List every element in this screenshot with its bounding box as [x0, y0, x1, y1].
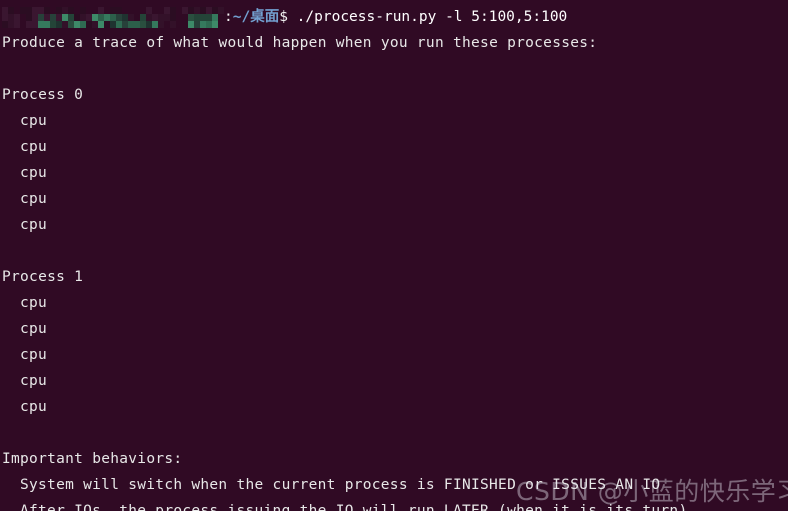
output-line: After IOs, the process issuing the IO wi…: [20, 503, 688, 511]
shell-prompt-line: : ~/桌面 $ ./process-run.py -l 5:100,5:100: [0, 4, 788, 30]
output-line: cpu: [20, 373, 48, 389]
output-line: Produce a trace of what would happen whe…: [2, 35, 598, 51]
output-line: cpu: [20, 165, 48, 181]
prompt-colon: :: [224, 9, 233, 25]
output-line: System will switch when the current proc…: [20, 477, 661, 493]
output-line: cpu: [20, 113, 48, 129]
command-text: ./process-run.py -l 5:100,5:100: [287, 9, 568, 25]
output-line: Important behaviors:: [2, 451, 183, 467]
output-line: cpu: [20, 347, 48, 363]
prompt-path: ~/桌面: [232, 9, 280, 25]
output-line: cpu: [20, 217, 48, 233]
output-line: cpu: [20, 191, 48, 207]
output-line: cpu: [20, 321, 48, 337]
output-line: Process 0: [2, 87, 84, 103]
output-line: cpu: [20, 399, 48, 415]
output-line: Process 1: [2, 269, 84, 285]
terminal-output-area: : ~/桌面 $ ./process-run.py -l 5:100,5:100 P…: [0, 4, 788, 511]
redacted-user-host: [2, 6, 224, 28]
terminal-window[interactable]: : ~/桌面 $ ./process-run.py -l 5:100,5:100 P…: [0, 0, 788, 511]
output-lines: Produce a trace of what would happen whe…: [0, 30, 788, 511]
prompt-dollar: $: [279, 9, 288, 25]
output-line: cpu: [20, 295, 48, 311]
output-line: cpu: [20, 139, 48, 155]
